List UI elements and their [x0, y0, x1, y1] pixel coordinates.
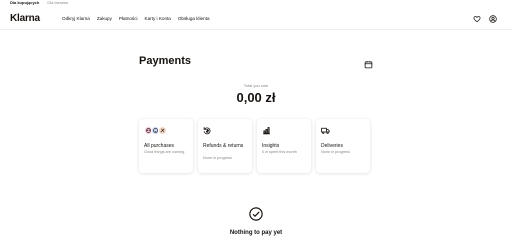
total-owed-value: 0,00 zł [236, 90, 276, 105]
nav-shopping[interactable]: Zakupy [97, 16, 112, 22]
calendar-icon[interactable] [364, 56, 373, 69]
delivery-icon [321, 125, 330, 136]
card-title: Deliveries [321, 143, 343, 149]
card-refunds-returns[interactable]: Refunds & returns None in progress [198, 119, 252, 173]
empty-state-title: Nothing to pay yet [229, 230, 283, 236]
avatar-group [144, 125, 167, 136]
audience-switcher: Dla kupujących Dla biznesu [0, 0, 512, 8]
card-title: All purchases [144, 143, 175, 149]
total-owed-label: Total you owe [243, 83, 269, 88]
nav-customer-service[interactable]: Obsługa klienta [178, 16, 210, 22]
user-icon[interactable] [488, 14, 498, 24]
card-title: Insights [262, 143, 280, 149]
nav-discover[interactable]: Odkryj Klarna [62, 16, 90, 22]
heart-icon[interactable] [472, 14, 482, 24]
refund-icon [203, 125, 212, 136]
category-cards: All purchases Good things are coming Ref… [139, 119, 370, 173]
card-deliveries[interactable]: Deliveries None in progress [316, 119, 370, 173]
main-nav: Odkryj Klarna Zakupy Płatności Karty i K… [62, 16, 210, 22]
nav-cards-accounts[interactable]: Karty i Konta [145, 16, 171, 22]
klarna-logo[interactable]: Klarna [10, 13, 40, 24]
page-title: Payments [139, 55, 191, 67]
card-insights[interactable]: Insights 0 zł spent this month [257, 119, 311, 173]
tab-shoppers[interactable]: Dla kupujących [10, 0, 39, 6]
card-all-purchases[interactable]: All purchases Good things are coming [139, 119, 193, 173]
card-subtitle: None in progress [203, 156, 232, 160]
nav-payments[interactable]: Płatności [119, 16, 138, 22]
avatar-icon [158, 126, 167, 135]
card-subtitle: Good things are coming [144, 150, 185, 154]
main-header: Klarna Odkryj Klarna Zakupy Płatności Ka… [0, 8, 512, 30]
check-circle-icon [249, 207, 263, 221]
card-title: Refunds & returns [203, 143, 244, 149]
insights-icon [262, 125, 271, 136]
payments-page: Payments Total you owe 0,00 zł All purch… [0, 31, 512, 238]
card-subtitle: None in progress [321, 150, 350, 154]
tab-business[interactable]: Dla biznesu [47, 0, 68, 6]
card-subtitle: 0 zł spent this month [262, 150, 297, 154]
